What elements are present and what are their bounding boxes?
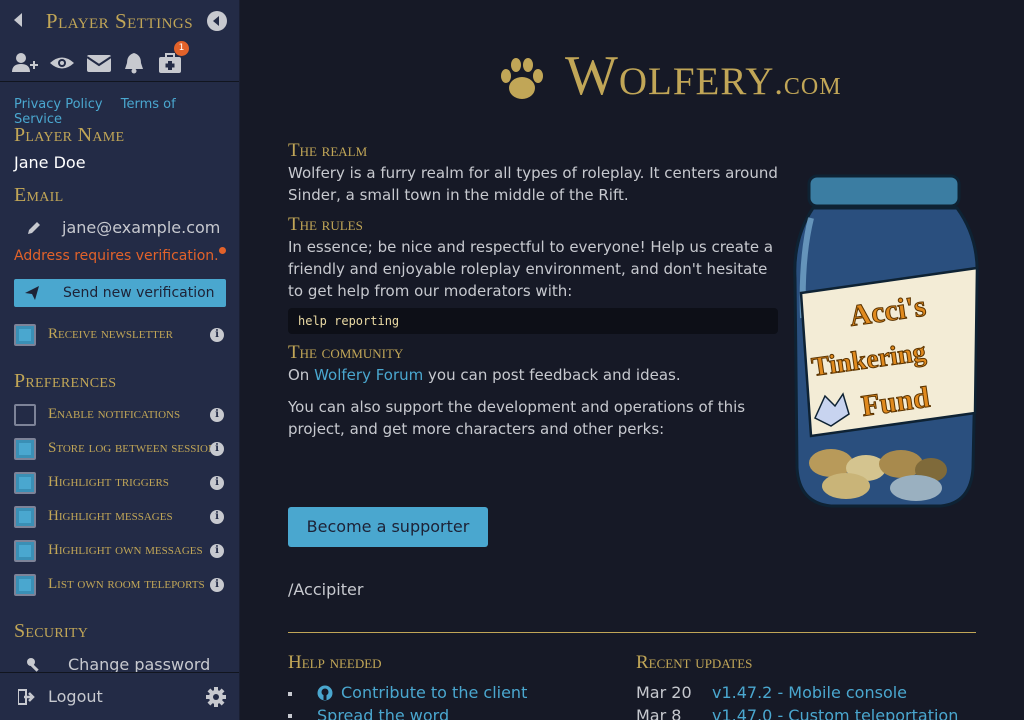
pref-label: Highlight messages [48,508,173,524]
send-verification-label: Send new verification [63,285,215,301]
email-heading: Email [14,184,64,206]
newsletter-checkbox[interactable] [14,324,36,346]
info-icon[interactable]: i [210,408,224,422]
info-icon[interactable]: i [210,328,224,342]
legal-links: Privacy Policy Terms of Service [14,97,239,127]
player-name-value: Jane Doe [14,153,86,172]
pref-label: Store log between sessions [48,440,223,456]
pref-list-own-teleports[interactable]: List own room teleports i [14,573,226,597]
privacy-policy-link[interactable]: Privacy Policy [14,97,103,112]
logo-suffix: .com [774,65,842,102]
info-icon[interactable]: i [210,476,224,490]
checkbox[interactable] [14,404,36,426]
signature: /Accipiter [288,580,364,599]
send-verification-button[interactable]: Send new verification [14,279,226,307]
logout-icon[interactable] [18,689,36,705]
panel-title: Player Settings [45,9,194,33]
paper-plane-icon [25,286,39,300]
mail-icon[interactable] [86,52,112,74]
logo-text: Wolfery.com [565,44,842,108]
newsletter-label: Receive newsletter [48,326,173,342]
player-name-heading: Player Name [14,124,125,146]
checkbox[interactable] [14,574,36,596]
support-text: You can also support the development and… [288,398,746,438]
welcome-page: Wolfery.com The realm Wolfery is a furry… [241,0,1024,720]
community-post: you can post feedback and ideas. [423,366,681,384]
bullet [288,714,292,718]
community-pre: On [288,366,315,384]
gear-icon[interactable] [206,687,226,707]
eye-icon[interactable] [49,52,75,74]
pref-highlight-own-messages[interactable]: Highlight own messages i [14,539,226,563]
pref-highlight-messages[interactable]: Highlight messages i [14,505,226,529]
newsletter-toggle[interactable]: Receive newsletter i [14,323,226,347]
logout-button[interactable]: Logout [48,687,103,706]
info-icon[interactable]: i [210,578,224,592]
wolfery-forum-link[interactable]: Wolfery Forum [314,366,423,384]
panel-footer: Logout [0,672,239,720]
close-panel-icon[interactable] [207,11,227,31]
pref-highlight-triggers[interactable]: Highlight triggers i [14,471,226,495]
update-link[interactable]: v1.47.2 - Mobile console [712,683,907,702]
tip-jar-illustration: Acci's Tinkering Fund [793,174,979,508]
pref-label: Highlight triggers [48,474,169,490]
preferences-heading: Preferences [14,370,117,392]
section-divider [288,632,976,633]
bullet [288,692,292,696]
player-settings-panel: Player Settings 1 Privacy Policy Terms o… [0,0,240,720]
help-reporting-command: help reporting [288,308,778,334]
update-date: Mar 8 [636,706,682,720]
become-supporter-button[interactable]: Become a supporter [288,507,488,547]
security-heading: Security [14,620,89,642]
update-row: Mar 8 v1.47.0 - Custom teleportation [636,706,958,720]
checkbox[interactable] [14,438,36,460]
warning-dot-icon [219,247,226,254]
rules-heading: The rules [288,214,363,235]
recent-updates-heading: Recent updates [636,652,753,673]
info-icon[interactable]: i [210,510,224,524]
update-link[interactable]: v1.47.0 - Custom teleportation [712,706,958,720]
checkbox[interactable] [14,506,36,528]
checkbox[interactable] [14,540,36,562]
logo: Wolfery.com [497,44,841,114]
realm-text: Wolfery is a furry realm for all types o… [288,164,778,204]
checkbox[interactable] [14,472,36,494]
panel-toolbar [0,42,239,82]
panel-header: Player Settings [0,0,239,42]
pref-enable-notifications[interactable]: Enable notifications i [14,403,226,427]
realm-heading: The realm [288,140,368,161]
contribute-client-link[interactable]: Contribute to the client [341,683,527,702]
community-text: On Wolfery Forum you can post feedback a… [288,364,778,386]
rules-text: In essence; be nice and respectful to ev… [288,238,774,300]
paw-print-icon [501,58,543,99]
community-heading: The community [288,342,404,363]
bell-icon[interactable] [121,52,147,74]
update-date: Mar 20 [636,683,692,702]
info-icon[interactable]: i [210,544,224,558]
info-icon[interactable]: i [210,442,224,456]
pref-label: Enable notifications [48,406,181,422]
key-icon [27,658,39,672]
verification-warning: Address requires verification. [14,248,219,264]
spread-word-link[interactable]: Spread the word [317,706,449,720]
help-needed-heading: Help needed [288,652,382,673]
github-icon [317,685,333,701]
welcome-content: The realm Wolfery is a furry realm for a… [288,140,778,440]
email-value[interactable]: jane@example.com [62,218,220,237]
pref-label: Highlight own messages [48,542,203,558]
update-row: Mar 20 v1.47.2 - Mobile console [636,683,907,702]
notification-badge: 1 [174,41,189,56]
logo-name: Wolfery [565,45,775,107]
add-character-icon[interactable] [12,52,38,74]
edit-pencil-icon[interactable] [26,220,42,236]
pref-store-log[interactable]: Store log between sessions i [14,437,226,461]
pref-label: List own room teleports [48,576,205,592]
